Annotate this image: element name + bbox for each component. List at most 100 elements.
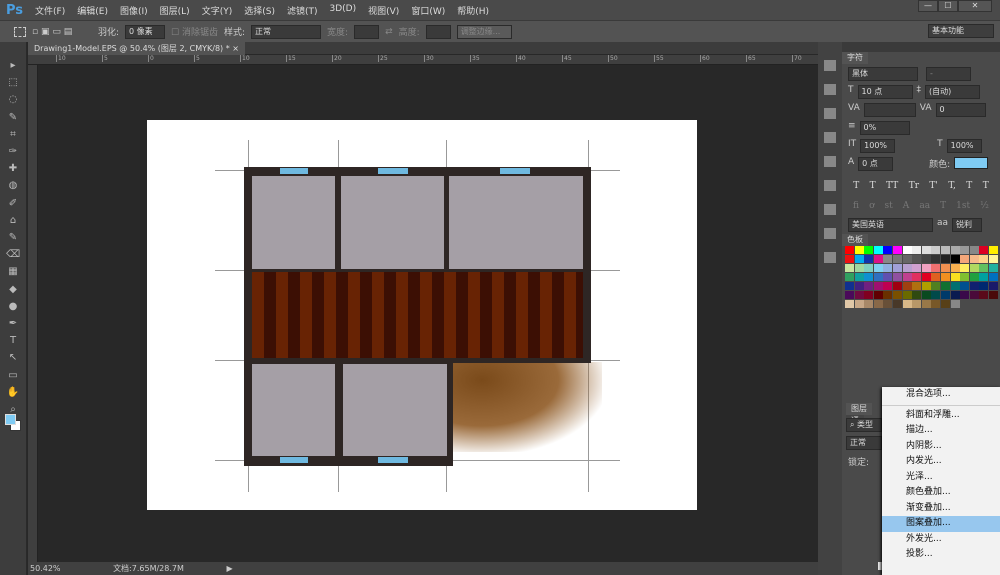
menu-item[interactable]: 内阴影... — [882, 439, 1000, 455]
color-swatch[interactable] — [864, 255, 874, 263]
color-swatch[interactable] — [931, 246, 941, 254]
opentype-style-button[interactable]: T — [940, 201, 946, 211]
color-swatch[interactable] — [921, 246, 931, 254]
color-swatch[interactable] — [989, 273, 998, 281]
color-swatch[interactable] — [979, 264, 989, 272]
color-swatch[interactable] — [864, 300, 874, 308]
color-swatch[interactable] — [893, 300, 902, 308]
tool-icon-4[interactable]: ⌗ — [6, 129, 20, 141]
color-swatch[interactable] — [845, 291, 854, 299]
color-swatch[interactable] — [845, 282, 854, 290]
color-swatch[interactable] — [864, 282, 874, 290]
color-swatch[interactable] — [931, 255, 941, 263]
color-swatch[interactable] — [989, 264, 998, 272]
tool-icon-8[interactable]: ✐ — [6, 198, 20, 210]
color-swatch[interactable] — [969, 282, 979, 290]
type-style-button[interactable]: T — [966, 181, 972, 191]
language-select[interactable]: 美国英语 — [848, 218, 933, 232]
close-tab-icon[interactable]: × — [232, 44, 239, 53]
color-swatch[interactable] — [969, 264, 979, 272]
color-swatch[interactable] — [912, 291, 922, 299]
opentype-style-button[interactable]: ½ — [980, 201, 989, 211]
workspace-select[interactable]: 基本功能 — [928, 24, 994, 38]
color-swatch[interactable] — [893, 273, 902, 281]
type-style-button[interactable]: T — [870, 181, 876, 191]
color-swatch[interactable] — [912, 300, 922, 308]
menu-5[interactable]: 选择(S) — [244, 4, 275, 17]
maximize-button[interactable]: ☐ — [938, 0, 958, 12]
swap-icon[interactable]: ⇄ — [385, 27, 393, 37]
type-style-button[interactable]: TT — [886, 181, 898, 191]
opentype-style-button[interactable]: st — [885, 201, 893, 211]
color-swatch[interactable] — [969, 246, 979, 254]
color-swatch[interactable] — [902, 255, 912, 263]
color-swatch[interactable] — [960, 273, 970, 281]
color-swatch[interactable] — [960, 255, 970, 263]
color-swatch[interactable] — [854, 282, 864, 290]
color-swatch[interactable] — [921, 264, 931, 272]
tab-character[interactable]: 字符 — [842, 52, 868, 64]
color-swatch[interactable] — [931, 300, 941, 308]
color-swatch[interactable] — [883, 273, 893, 281]
blend-mode-select[interactable]: 正常 — [846, 436, 882, 450]
color-swatch[interactable] — [941, 282, 950, 290]
text-color-swatch[interactable] — [954, 157, 989, 169]
color-swatch[interactable] — [873, 300, 883, 308]
color-swatch[interactable] — [950, 255, 960, 263]
menu-item[interactable]: 图案叠加... — [882, 516, 1000, 532]
menu-item[interactable]: 斜面和浮雕... — [882, 408, 1000, 424]
color-swatch[interactable] — [873, 246, 883, 254]
font-size-input[interactable]: 10 点 — [857, 85, 913, 99]
color-swatch[interactable] — [883, 282, 893, 290]
tool-icon-11[interactable]: ⌫ — [6, 249, 20, 261]
menu-0[interactable]: 文件(F) — [35, 4, 65, 17]
color-swatch[interactable] — [950, 282, 960, 290]
type-style-button[interactable]: T, — [948, 181, 956, 191]
menu-2[interactable]: 图像(I) — [120, 4, 148, 17]
color-swatch[interactable] — [969, 291, 979, 299]
color-swatch[interactable] — [912, 255, 922, 263]
color-swatch[interactable] — [989, 255, 998, 263]
character-styles-panel-icon[interactable] — [824, 180, 836, 191]
color-swatch[interactable] — [864, 264, 874, 272]
color-swatch[interactable] — [893, 255, 902, 263]
menu-item[interactable]: 投影... — [882, 547, 1000, 563]
menu-item[interactable]: 内发光... — [882, 454, 1000, 470]
color-swatch[interactable] — [969, 255, 979, 263]
font-style-select[interactable]: - — [926, 67, 971, 81]
color-swatch[interactable] — [979, 291, 989, 299]
color-swatch[interactable] — [902, 246, 912, 254]
tool-icon-9[interactable]: ⌂ — [6, 215, 20, 227]
color-swatch[interactable] — [979, 282, 989, 290]
color-swatch[interactable] — [893, 291, 902, 299]
color-swatch[interactable] — [921, 291, 931, 299]
color-swatch[interactable] — [883, 264, 893, 272]
type-style-button[interactable]: Tr — [909, 181, 919, 191]
selection-mode-icons[interactable]: ▫ ▣ ▭ ▤ — [32, 27, 92, 37]
antialias-checkbox[interactable]: ☐ 消除锯齿 — [171, 25, 218, 38]
type-style-button[interactable]: T — [983, 181, 989, 191]
color-swatch[interactable] — [902, 291, 912, 299]
vertical-scale-input[interactable]: 100% — [860, 139, 896, 153]
opentype-style-button[interactable]: aa — [919, 201, 930, 211]
zoom-level[interactable]: 50.42% — [30, 564, 61, 573]
color-swatch[interactable] — [931, 291, 941, 299]
color-swatch[interactable] — [941, 246, 950, 254]
menu-4[interactable]: 文字(Y) — [202, 4, 233, 17]
color-swatch[interactable] — [854, 255, 864, 263]
tool-icon-3[interactable]: ✎ — [6, 112, 20, 124]
color-swatch[interactable] — [921, 300, 931, 308]
color-swatch[interactable] — [960, 291, 970, 299]
tool-icon-10[interactable]: ✎ — [6, 232, 20, 244]
style-select[interactable]: 正常 — [251, 24, 322, 39]
color-swatch[interactable] — [873, 273, 883, 281]
tool-icon-6[interactable]: ✚ — [6, 163, 20, 175]
baseline-input[interactable]: 0 点 — [858, 157, 894, 171]
color-swatch[interactable] — [912, 264, 922, 272]
tool-icon-14[interactable]: ● — [6, 301, 20, 313]
color-swatch[interactable] — [854, 273, 864, 281]
color-swatch[interactable] — [960, 264, 970, 272]
color-swatch[interactable] — [960, 282, 970, 290]
color-swatch[interactable] — [989, 246, 998, 254]
color-swatch[interactable] — [854, 300, 864, 308]
